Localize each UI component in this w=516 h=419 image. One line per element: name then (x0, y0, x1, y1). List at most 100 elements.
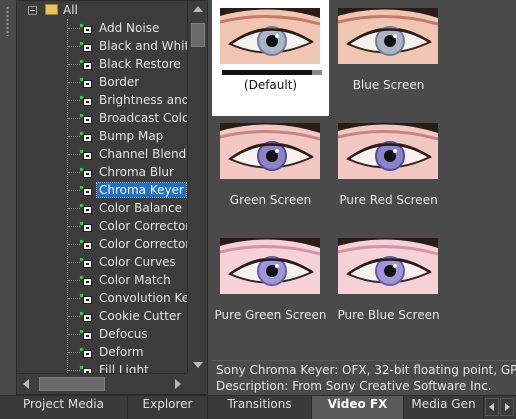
preset-label: Blue Screen (352, 78, 425, 92)
tree-item-label: Convolution Kerne (99, 291, 187, 305)
tree-item[interactable]: Black and White (79, 37, 187, 55)
tab-video-fx[interactable]: Video FX (312, 396, 404, 419)
tree-item-label: Color Corrector (99, 219, 187, 233)
tree-item-label: Color Corrector (S (99, 237, 187, 251)
window-tab-bar: Media Gen Video FX Transitions Explorer Proj… (0, 395, 516, 419)
preset-thumbnail (338, 123, 438, 179)
tree-item[interactable]: Border (79, 73, 141, 91)
tree-item-label: Color Curves (99, 255, 176, 269)
plugin-icon (79, 310, 93, 323)
tree-item[interactable]: Color Balance (79, 199, 184, 217)
plugin-icon (79, 112, 93, 125)
tree-item[interactable]: Chroma Keyer (79, 181, 187, 199)
tab-scroll-left-icon[interactable] (485, 398, 499, 416)
tree-item-label: Black Restore (99, 57, 181, 71)
tree-vertical-scrollbar[interactable] (187, 1, 207, 373)
tree-item[interactable]: Fill Light (79, 361, 151, 373)
tab-project-media[interactable]: Project Media (0, 396, 128, 419)
scrollbar-corner (187, 373, 207, 394)
plugin-icon (79, 220, 93, 233)
scroll-thumb[interactable] (191, 23, 205, 47)
tree-item-label: Fill Light (99, 363, 149, 373)
tree-item-label: Deform (99, 345, 144, 359)
tree-item-label: Brightness and Co (99, 93, 187, 107)
tab-transitions[interactable]: Transitions (208, 396, 312, 419)
folder-icon (45, 4, 58, 15)
tree-item-label: Broadcast Colors (99, 111, 187, 125)
tree-item-label: Channel Blend (99, 147, 187, 161)
preset-thumbnail (338, 238, 438, 294)
tab-explorer[interactable]: Explorer (128, 396, 208, 419)
tree-horizontal-scrollbar[interactable] (17, 373, 187, 394)
plugin-icon (79, 274, 93, 287)
tree-item[interactable]: Black Restore (79, 55, 183, 73)
plugin-icon (79, 76, 93, 89)
plugin-icon (79, 202, 93, 215)
preset-item[interactable]: Pure Red Screen (330, 115, 447, 231)
tree-item-label: Add Noise (99, 21, 160, 35)
fx-description-line-2: Description: From Sony Creative Software… (216, 379, 492, 393)
tree-item[interactable]: Chroma Blur (79, 163, 176, 181)
grip-dots (6, 6, 9, 36)
preset-thumbnail (338, 8, 438, 64)
plugin-icon (79, 346, 93, 359)
tree-item[interactable]: Bump Map (79, 127, 165, 145)
tree-item[interactable]: Channel Blend (79, 145, 187, 163)
preset-item[interactable]: (Default) (212, 0, 329, 116)
plugin-icon (79, 166, 93, 179)
tree-item[interactable]: Brightness and Co (79, 91, 187, 109)
preset-label: (Default) (243, 78, 298, 92)
preset-thumbnail (220, 8, 320, 64)
tree-item-label: Chroma Keyer (96, 182, 187, 198)
tree-item[interactable]: Add Noise (79, 19, 161, 37)
preset-thumbnail (220, 238, 320, 294)
plugin-icon (79, 130, 93, 143)
collapse-icon[interactable] (28, 6, 37, 15)
tree-item[interactable]: Color Corrector (S (79, 235, 187, 253)
tab-scroll-right-icon[interactable] (500, 398, 514, 416)
tree-guide-line (67, 19, 68, 373)
tree-root-all[interactable]: All (63, 1, 78, 19)
scroll-down-icon[interactable] (193, 362, 203, 368)
tree-item-label: Chroma Blur (99, 165, 174, 179)
panel-grip[interactable] (0, 0, 14, 395)
fx-tree[interactable]: All Add Noise Black and White Black Restor… (16, 0, 208, 395)
tree-item[interactable]: Cookie Cutter (79, 307, 183, 325)
tree-item-label: Defocus (99, 327, 148, 341)
tree-item-label: Bump Map (99, 129, 164, 143)
tab-media-gen[interactable]: Media Gen (404, 396, 484, 419)
preset-thumbnail (220, 123, 320, 179)
plugin-icon (79, 148, 93, 161)
preset-label: Green Screen (229, 193, 312, 207)
preset-item[interactable]: Green Screen (212, 115, 329, 231)
scroll-thumb[interactable] (39, 377, 105, 391)
preset-progress-bar (222, 70, 322, 75)
plugin-icon (79, 238, 93, 251)
plugin-icon (79, 256, 93, 269)
preset-label: Pure Blue Screen (337, 308, 440, 322)
preset-progress-fill (222, 70, 312, 75)
preset-item[interactable]: Blue Screen (330, 0, 447, 116)
plugin-icon (79, 58, 93, 71)
tree-item[interactable]: Convolution Kerne (79, 289, 187, 307)
tree-item[interactable]: Broadcast Colors (79, 109, 187, 127)
fx-description-line-1: Sony Chroma Keyer: OFX, 32-bit floating … (216, 363, 516, 377)
tree-item[interactable]: Deform (79, 343, 146, 361)
tree-item[interactable]: Color Match (79, 271, 173, 289)
plugin-icon (79, 40, 93, 53)
tree-item-label: Cookie Cutter (99, 309, 182, 323)
scroll-left-icon[interactable] (23, 379, 29, 389)
plugin-icon (79, 184, 93, 197)
plugin-icon (79, 22, 93, 35)
tree-item-label: Border (99, 75, 140, 89)
scroll-right-icon[interactable] (175, 379, 181, 389)
preset-item[interactable]: Pure Blue Screen (330, 230, 447, 346)
tree-item[interactable]: Color Corrector (79, 217, 187, 235)
plugin-icon (79, 292, 93, 305)
tree-item[interactable]: Defocus (79, 325, 150, 343)
preset-item[interactable]: Pure Green Screen (212, 230, 329, 346)
preset-gallery: (Default) Blue Screen Green Screen Pure Red… (212, 0, 516, 360)
scroll-up-icon[interactable] (193, 6, 203, 12)
tree-item-label: Color Match (99, 273, 171, 287)
tree-item[interactable]: Color Curves (79, 253, 178, 271)
